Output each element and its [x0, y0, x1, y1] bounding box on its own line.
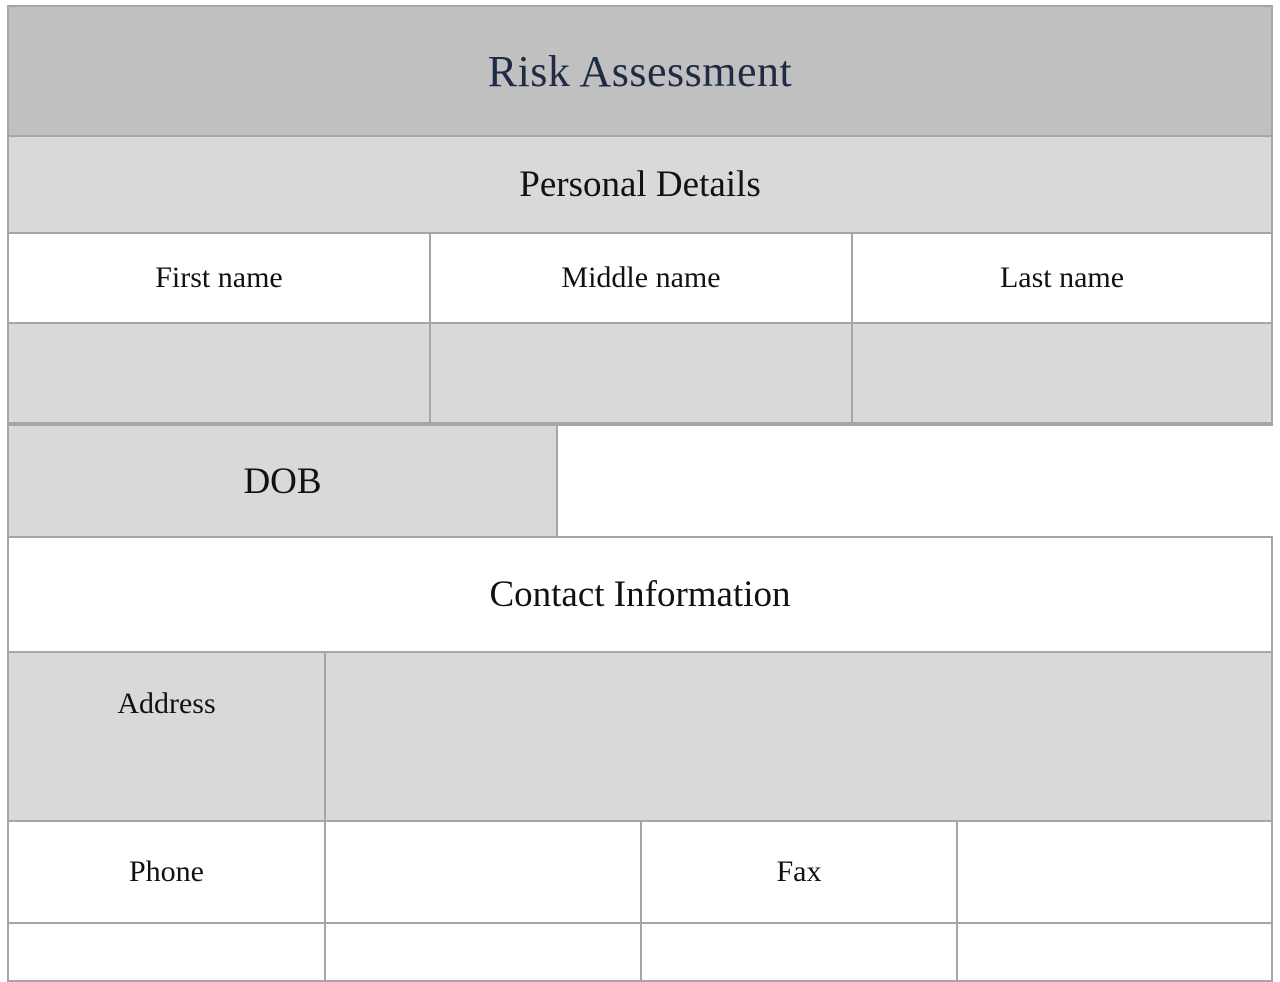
last-name-field[interactable] [851, 322, 1273, 424]
next-row-cell[interactable] [956, 922, 1273, 982]
next-row-cell[interactable] [324, 922, 642, 982]
address-field[interactable] [324, 651, 1273, 822]
first-name-header: First name [7, 232, 431, 324]
dob-field[interactable] [556, 424, 1273, 538]
middle-name-field[interactable] [429, 322, 853, 424]
dob-label: DOB [243, 460, 322, 502]
personal-details-heading: Personal Details [7, 135, 1273, 234]
last-name-label: Last name [999, 261, 1125, 294]
fax-label-cell: Fax [640, 820, 958, 924]
address-label-cell: Address [7, 651, 326, 822]
phone-label-cell: Phone [7, 820, 326, 924]
first-name-field[interactable] [7, 322, 431, 424]
fax-label: Fax [776, 855, 822, 888]
fax-field[interactable] [956, 820, 1273, 924]
phone-label: Phone [129, 855, 204, 888]
phone-field[interactable] [324, 820, 642, 924]
next-row-cell[interactable] [7, 922, 326, 982]
first-name-label: First name [155, 261, 283, 294]
dob-label-cell: DOB [7, 424, 558, 538]
middle-name-header: Middle name [429, 232, 853, 324]
form-title: Risk Assessment [487, 46, 793, 96]
next-row-cell[interactable] [640, 922, 958, 982]
middle-name-label: Middle name [561, 261, 721, 294]
last-name-header: Last name [851, 232, 1273, 324]
form-title-band: Risk Assessment [7, 5, 1273, 137]
contact-information-heading: Contact Information [7, 536, 1273, 653]
personal-details-label: Personal Details [519, 164, 761, 205]
address-label: Address [117, 687, 216, 720]
contact-information-label: Contact Information [489, 574, 791, 615]
